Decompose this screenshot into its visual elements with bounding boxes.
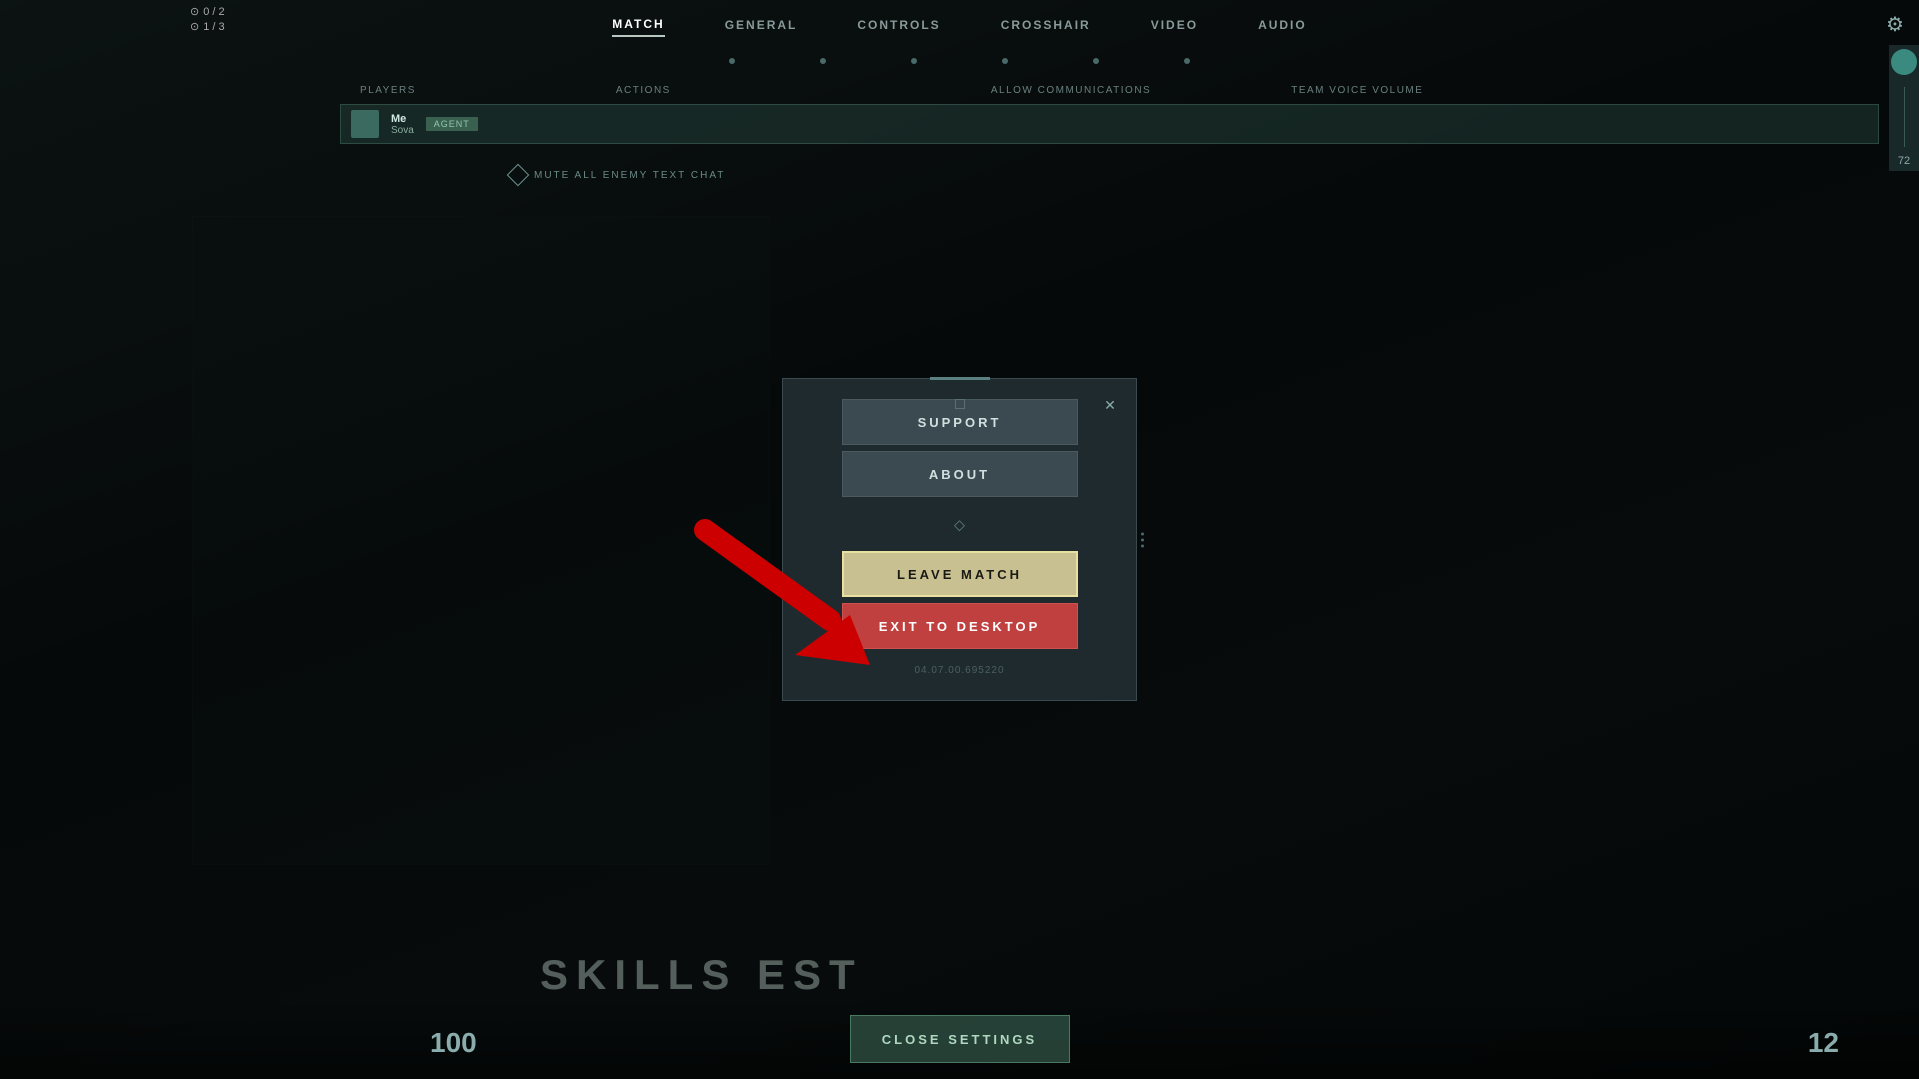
support-button[interactable]: SUPPORT [842,399,1078,445]
modal-close-button[interactable]: ✕ [1096,391,1124,419]
modal-dialog: ✕ SUPPORT ABOUT ⬦ LEAVE MATCH EXIT TO DE… [782,378,1137,701]
version-number: 04.07.00.695220 [914,665,1004,676]
modal-dot-2 [1141,538,1144,541]
exit-desktop-button[interactable]: EXIT TO DESKTOP [842,603,1078,649]
leave-match-button[interactable]: LEAVE MATCH [842,551,1078,597]
modal-backdrop: ✕ SUPPORT ABOUT ⬦ LEAVE MATCH EXIT TO DE… [0,0,1919,1079]
close-icon: ✕ [1104,398,1116,412]
modal-dot-1 [1141,532,1144,535]
modal-dots [1141,532,1144,547]
divider-icon: ⬦ [954,517,965,535]
modal-top-strip [930,377,990,380]
about-button[interactable]: ABOUT [842,451,1078,497]
modal-dot-3 [1141,544,1144,547]
